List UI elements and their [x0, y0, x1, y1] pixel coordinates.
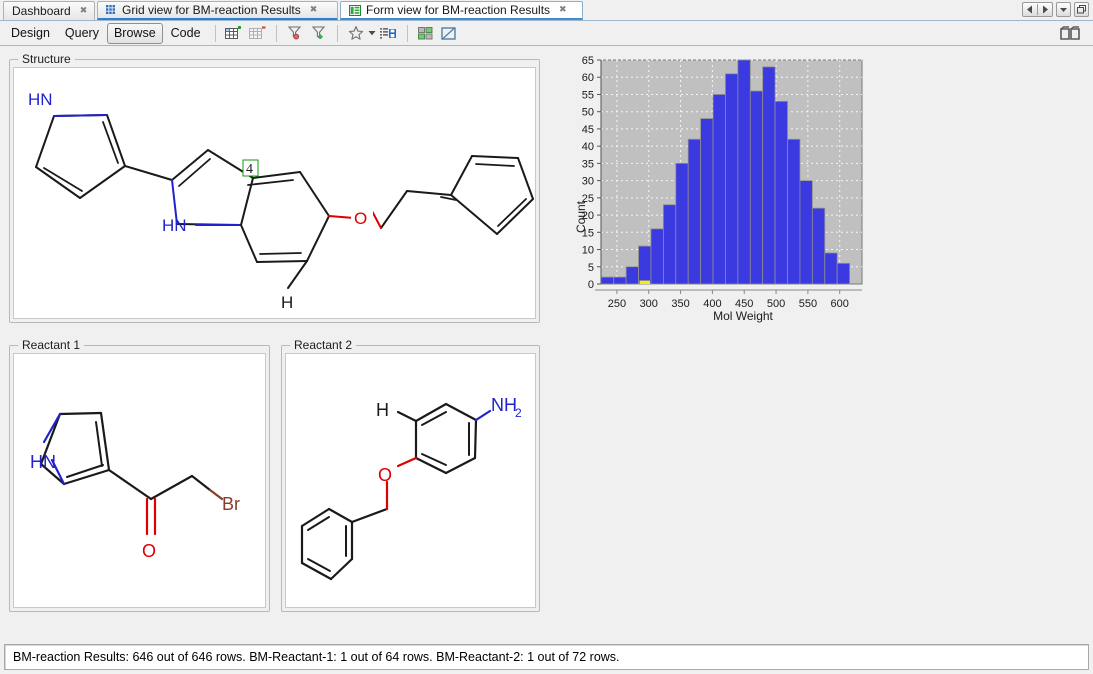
tab-grid-view-label: Grid view for BM-reaction Results — [122, 3, 301, 17]
svg-text:10: 10 — [582, 245, 594, 257]
svg-text:600: 600 — [831, 298, 849, 310]
atom-label-hydrogen: H — [376, 400, 389, 420]
tab-scroll-buttons[interactable] — [1022, 2, 1053, 17]
structure-panel-title: Structure — [18, 52, 75, 66]
atom-label-hydrogen: H — [281, 293, 293, 312]
atom-label-oxygen: O — [142, 541, 156, 561]
tab-dashboard-label: Dashboard — [12, 4, 71, 18]
design-button[interactable]: Design — [4, 23, 57, 44]
toolbar-separator — [407, 25, 408, 42]
atom-label-oxygen: O — [378, 465, 392, 485]
chart-y-axis-label: Count — [574, 200, 588, 233]
tab-bar: Dashboard ✖ Grid view for BM-reaction Re… — [0, 0, 1093, 21]
svg-text:30: 30 — [582, 176, 594, 188]
atom-label-amine: NH — [491, 395, 517, 415]
structure-panel: Structure — [9, 52, 540, 323]
structure-canvas[interactable]: HN HN 4 O H — [13, 67, 536, 319]
atom-label-amine-subscript: 2 — [515, 406, 522, 420]
svg-text:65: 65 — [582, 55, 594, 67]
atom-label-bromine: Br — [222, 494, 240, 514]
chart-x-axis-label: Mol Weight — [713, 309, 773, 323]
tab-dashboard[interactable]: Dashboard ✖ — [3, 1, 95, 20]
atom-label-oxygen: O — [354, 209, 367, 228]
reactant2-panel-title: Reactant 2 — [290, 338, 356, 352]
form-icon — [349, 5, 361, 16]
svg-text:550: 550 — [799, 298, 817, 310]
open-book-icon[interactable] — [1057, 22, 1085, 44]
favorite-star-icon[interactable] — [344, 22, 368, 44]
toolbar-separator — [337, 25, 338, 42]
layout-icon[interactable] — [414, 22, 438, 44]
atom-label-hn-left: HN — [28, 90, 53, 109]
tab-form-view-label: Form view for BM-reaction Results — [366, 3, 550, 17]
reactant2-panel: Reactant 2 — [281, 338, 540, 612]
svg-text:300: 300 — [640, 298, 658, 310]
window-controls — [1022, 2, 1089, 17]
delete-table-icon[interactable] — [246, 22, 270, 44]
svg-text:250: 250 — [608, 298, 626, 310]
close-icon[interactable]: ✖ — [310, 6, 318, 15]
svg-text:0: 0 — [588, 279, 594, 291]
close-icon[interactable]: ✖ — [559, 6, 567, 15]
application-window: Dashboard ✖ Grid view for BM-reaction Re… — [0, 0, 1093, 674]
svg-text:35: 35 — [582, 158, 594, 170]
close-icon[interactable]: ✖ — [80, 7, 88, 16]
code-button[interactable]: Code — [164, 23, 208, 44]
mol-weight-histogram[interactable]: 0510152025303540455055606525030035040045… — [571, 52, 891, 327]
filter-add-icon[interactable] — [307, 22, 331, 44]
reactant1-panel: Reactant 1 — [9, 338, 270, 612]
toolbar-right-group — [1057, 22, 1085, 44]
filter-remove-icon[interactable] — [283, 22, 307, 44]
reactant1-canvas[interactable]: HN O Br — [13, 353, 266, 608]
structure-molecule-drawing: HN HN 4 O H — [14, 68, 535, 316]
browse-button[interactable]: Browse — [107, 23, 163, 44]
atom-label-hn: HN — [30, 452, 56, 472]
svg-text:55: 55 — [582, 89, 594, 101]
new-table-icon[interactable] — [222, 22, 246, 44]
svg-text:50: 50 — [582, 107, 594, 119]
svg-text:5: 5 — [588, 262, 594, 274]
reactant2-canvas[interactable]: H O NH 2 — [285, 353, 536, 608]
tab-grid-view[interactable]: Grid view for BM-reaction Results ✖ — [97, 1, 338, 20]
toolbar: Design Query Browse Code — [0, 21, 1093, 46]
svg-text:350: 350 — [671, 298, 689, 310]
reactant2-molecule-drawing: H O NH 2 — [286, 354, 535, 605]
reactant1-molecule-drawing: HN O Br — [14, 354, 265, 605]
export-icon[interactable] — [438, 22, 462, 44]
histogram-svg: 0510152025303540455055606525030035040045… — [571, 52, 891, 327]
toolbar-separator — [276, 25, 277, 42]
dropdown-caret-icon[interactable] — [368, 23, 377, 43]
svg-text:40: 40 — [582, 141, 594, 153]
toolbar-separator — [215, 25, 216, 42]
svg-text:60: 60 — [582, 72, 594, 84]
grid-icon — [106, 5, 117, 16]
reactant1-panel-title: Reactant 1 — [18, 338, 84, 352]
status-bar: BM-reaction Results: 646 out of 646 rows… — [4, 644, 1089, 670]
save-form-icon[interactable] — [377, 22, 401, 44]
tab-form-view[interactable]: Form view for BM-reaction Results ✖ — [340, 1, 583, 20]
svg-text:45: 45 — [582, 124, 594, 136]
atom-label-hn-center: HN — [162, 216, 187, 235]
atom-map-number: 4 — [246, 162, 253, 177]
restore-window-button[interactable] — [1074, 2, 1089, 17]
query-button[interactable]: Query — [58, 23, 106, 44]
tab-list-dropdown-button[interactable] — [1056, 2, 1071, 17]
status-bar-text: BM-reaction Results: 646 out of 646 rows… — [7, 646, 1086, 668]
